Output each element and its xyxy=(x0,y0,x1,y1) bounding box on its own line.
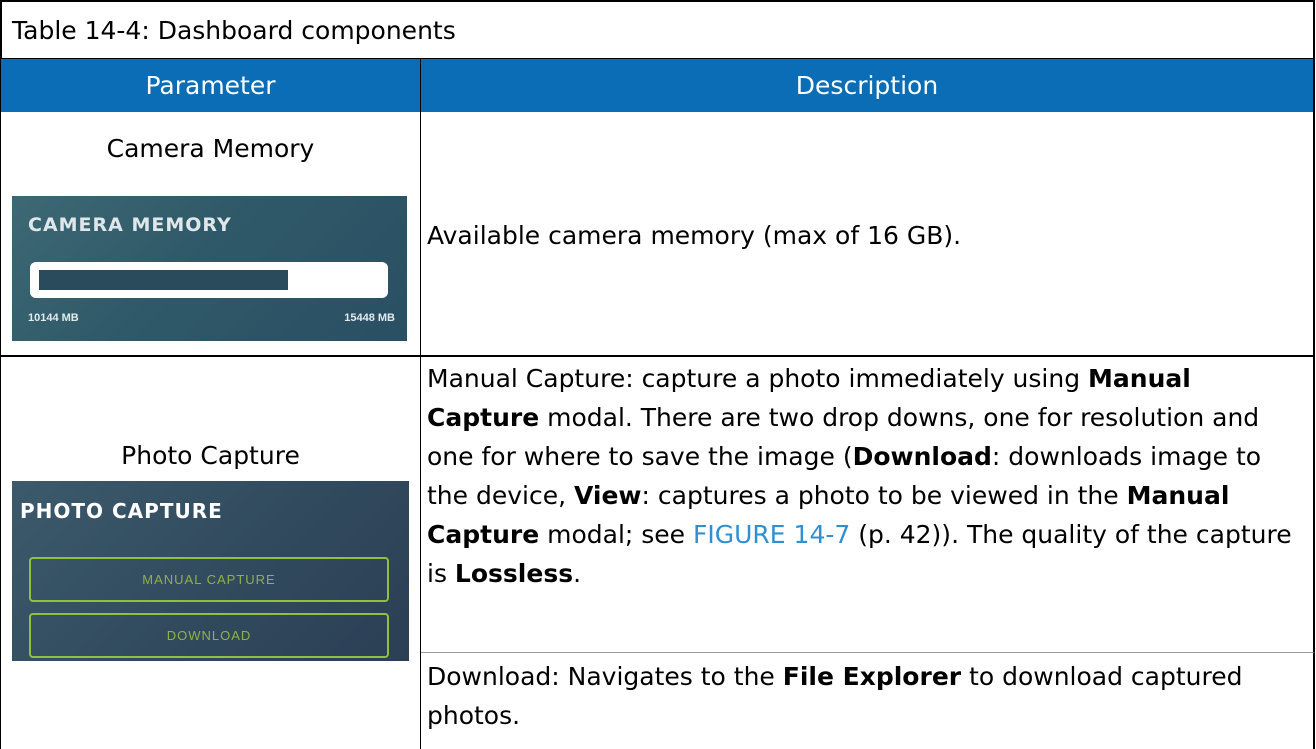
camera-memory-widget-title: CAMERA MEMORY xyxy=(28,214,232,236)
download-description: Download: Navigates to the File Explorer… xyxy=(427,657,1299,735)
manual-capture-description: Manual Capture: capture a photo immediat… xyxy=(427,359,1299,593)
table-caption: Table 14-4: Dashboard components xyxy=(0,0,1315,59)
figure-link[interactable]: FIGURE 14-7 xyxy=(693,520,850,549)
camera-memory-description: Available camera memory (max of 16 GB). xyxy=(427,221,962,250)
header-parameter: Parameter xyxy=(0,59,421,112)
photo-capture-label: Photo Capture xyxy=(121,441,300,470)
bold-term-lossless: Lossless xyxy=(454,559,574,588)
bold-term-download: Download xyxy=(852,442,992,471)
download-description-cell: Download: Navigates to the File Explorer… xyxy=(421,653,1315,749)
dashboard-components-table: Table 14-4: Dashboard components Paramet… xyxy=(0,0,1315,749)
text-segment: modal; see xyxy=(539,520,693,549)
photo-capture-widget: PHOTO CAPTURE MANUAL CAPTURE DOWNLOAD xyxy=(12,481,409,661)
bold-term-view: View xyxy=(574,481,642,510)
download-button[interactable]: DOWNLOAD xyxy=(29,613,389,658)
text-segment: Manual Capture: capture a photo immediat… xyxy=(427,364,1089,393)
manual-capture-button[interactable]: MANUAL CAPTURE xyxy=(29,557,389,602)
bold-term-file-explorer: File Explorer xyxy=(782,662,962,691)
camera-memory-label: Camera Memory xyxy=(106,134,315,163)
camera-memory-used-label: 10144 MB xyxy=(28,312,79,324)
camera-memory-widget: CAMERA MEMORY 10144 MB 15448 MB xyxy=(12,196,407,341)
manual-capture-description-cell: Manual Capture: capture a photo immediat… xyxy=(421,357,1315,653)
camera-memory-bar xyxy=(30,262,388,298)
camera-memory-total-label: 15448 MB xyxy=(344,312,395,324)
camera-memory-parameter-cell: Camera Memory CAMERA MEMORY 10144 MB 154… xyxy=(0,112,421,357)
text-segment: . xyxy=(573,559,582,588)
text-segment: : captures a photo to be viewed in the xyxy=(641,481,1127,510)
photo-capture-parameter-cell: Photo Capture PHOTO CAPTURE MANUAL CAPTU… xyxy=(0,357,421,749)
camera-memory-description-cell: Available camera memory (max of 16 GB). xyxy=(421,112,1315,357)
text-segment: Download: Navigates to the xyxy=(427,662,783,691)
photo-capture-widget-title: PHOTO CAPTURE xyxy=(20,499,223,523)
camera-memory-bar-fill xyxy=(39,270,288,290)
header-description: Description xyxy=(421,59,1315,112)
